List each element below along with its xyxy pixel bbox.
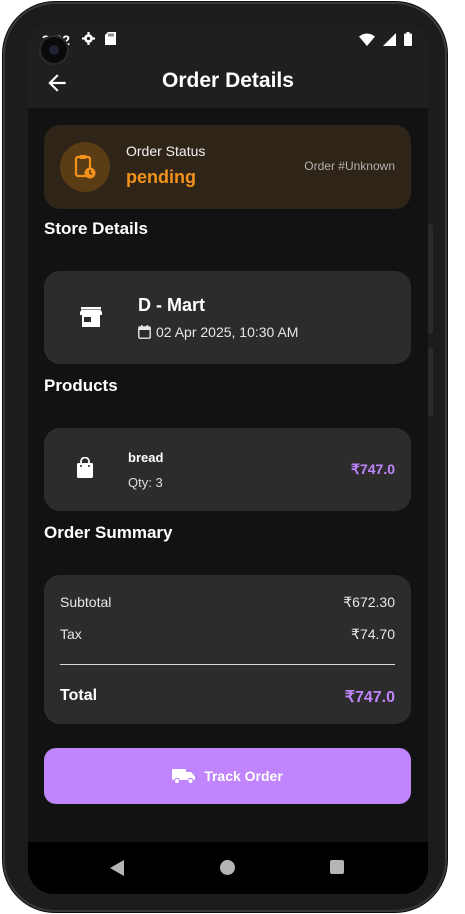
system-nav-bar bbox=[28, 842, 428, 894]
tax-row: Tax ₹74.70 bbox=[60, 626, 395, 643]
subtotal-row: Subtotal ₹672.30 bbox=[60, 594, 395, 611]
track-order-button[interactable]: Track Order bbox=[44, 748, 411, 804]
phone-frame: 3:22 Order Details bbox=[3, 2, 447, 912]
nav-back-icon[interactable] bbox=[110, 860, 124, 876]
order-status-label: Order Status bbox=[126, 143, 206, 159]
status-bar: 3:22 bbox=[28, 24, 428, 58]
status-right-icons bbox=[359, 32, 412, 46]
page-title: Order Details bbox=[162, 69, 294, 92]
product-name: bread bbox=[128, 450, 164, 465]
clipboard-clock-icon bbox=[74, 155, 96, 179]
product-price: ₹747.0 bbox=[351, 461, 395, 477]
store-icon bbox=[80, 307, 102, 327]
status-left-icons bbox=[82, 32, 116, 45]
order-number: Order #Unknown bbox=[304, 159, 395, 173]
nav-home-icon[interactable] bbox=[220, 860, 235, 875]
status-icon-badge bbox=[60, 142, 110, 192]
power-button bbox=[428, 224, 433, 334]
store-name: D - Mart bbox=[138, 295, 205, 315]
screen: 3:22 Order Details bbox=[28, 24, 428, 894]
product-card: bread Qty: 3 ₹747.0 bbox=[44, 428, 411, 511]
total-value: ₹747.0 bbox=[344, 689, 395, 706]
order-status-card: Order Status pending Order #Unknown bbox=[44, 125, 411, 209]
order-summary-heading: Order Summary bbox=[44, 523, 173, 542]
order-status-value: pending bbox=[126, 167, 196, 187]
nav-recent-icon[interactable] bbox=[330, 860, 344, 874]
total-label: Total bbox=[60, 687, 98, 704]
sd-card-icon bbox=[105, 32, 116, 45]
settings-icon bbox=[82, 32, 95, 45]
app-bar: Order Details bbox=[28, 58, 428, 108]
tax-value: ₹74.70 bbox=[351, 626, 395, 642]
wifi-icon bbox=[359, 33, 375, 46]
tax-label: Tax bbox=[60, 626, 82, 642]
front-camera bbox=[39, 35, 69, 65]
store-datetime: 02 Apr 2025, 10:30 AM bbox=[156, 324, 299, 340]
summary-divider bbox=[60, 664, 395, 665]
store-details-heading: Store Details bbox=[44, 219, 148, 238]
shopping-bag-icon bbox=[77, 457, 93, 478]
signal-icon bbox=[383, 32, 396, 46]
truck-icon bbox=[172, 769, 196, 784]
order-summary-card: Subtotal ₹672.30 Tax ₹74.70 Total ₹747.0 bbox=[44, 575, 411, 724]
product-qty: Qty: 3 bbox=[128, 475, 163, 490]
products-heading: Products bbox=[44, 376, 118, 395]
store-date-row: 02 Apr 2025, 10:30 AM bbox=[138, 324, 298, 340]
subtotal-label: Subtotal bbox=[60, 594, 112, 610]
store-card: D - Mart 02 Apr 2025, 10:30 AM bbox=[44, 271, 411, 364]
volume-button bbox=[428, 347, 433, 417]
calendar-icon bbox=[138, 325, 151, 339]
battery-icon bbox=[404, 32, 412, 46]
subtotal-value: ₹672.30 bbox=[343, 594, 395, 610]
track-order-label: Track Order bbox=[204, 768, 283, 784]
